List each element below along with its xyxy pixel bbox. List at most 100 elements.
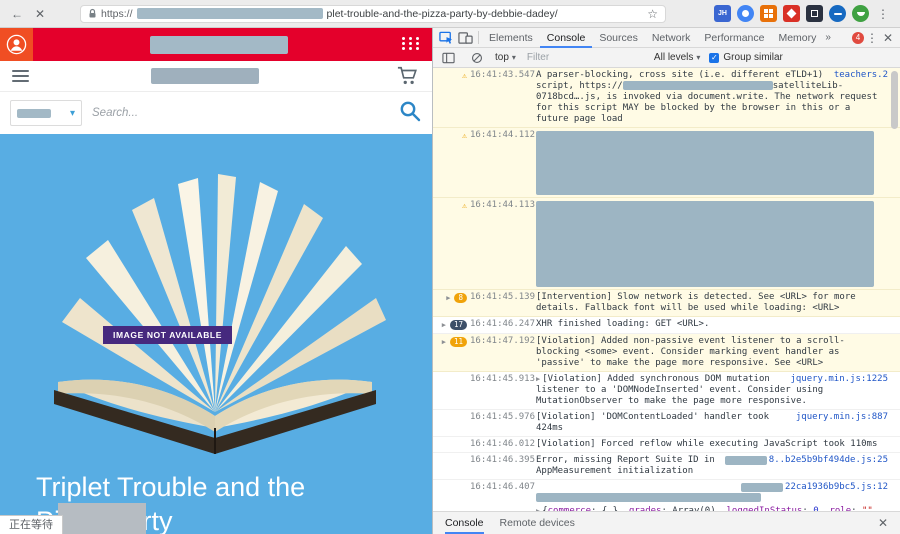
preview-fragment: : bbox=[851, 506, 862, 511]
extension-orange-grid-icon[interactable] bbox=[760, 5, 777, 22]
preview-key: loggedInStatus bbox=[726, 506, 803, 511]
redacted-region bbox=[622, 81, 773, 90]
stop-loading-icon[interactable]: ✕ bbox=[31, 5, 49, 23]
message-fragment: [Violation] Added synchronous DOM mutati… bbox=[536, 374, 824, 406]
search-category-dropdown[interactable]: ▾ bbox=[10, 100, 82, 126]
source-link[interactable]: jquery.min.js:887 bbox=[796, 412, 888, 423]
open-book-image bbox=[54, 174, 386, 454]
message-text: jquery.min.js:1225 ▶ [Violation] Added sy… bbox=[536, 374, 888, 407]
cart-button[interactable] bbox=[397, 65, 419, 92]
redacted-url-domain bbox=[136, 8, 323, 19]
repeat-count-badge: 17 bbox=[449, 320, 467, 330]
timestamp: 16:41:45.976 bbox=[470, 412, 536, 422]
message-text bbox=[536, 130, 888, 195]
preview-key: role bbox=[829, 506, 852, 511]
extension-jh-icon[interactable]: JH bbox=[714, 5, 731, 22]
error-count-badge: 4 bbox=[852, 31, 864, 44]
source-link[interactable]: 8..b2e5b9bf494de.js:25 bbox=[769, 455, 888, 466]
clear-console-icon[interactable] bbox=[467, 49, 486, 66]
drawer-tab-console[interactable]: Console bbox=[445, 512, 484, 534]
console-filter-input[interactable] bbox=[524, 51, 645, 64]
extension-blue-circle-icon[interactable] bbox=[737, 5, 754, 22]
message-fragment: [Violation] Added non-passive event list… bbox=[536, 336, 845, 368]
url-scheme: https:// bbox=[101, 7, 133, 20]
source-link[interactable]: jquery.min.js:1225 bbox=[790, 374, 888, 385]
tab-console[interactable]: Console bbox=[539, 28, 593, 48]
log-levels-value: All levels bbox=[653, 52, 694, 63]
search-bar-row: ▾ bbox=[0, 91, 432, 134]
expand-icon[interactable]: ▶ bbox=[446, 293, 450, 304]
devtools-tab-bar: Elements Console Sources Network Perform… bbox=[433, 28, 900, 48]
account-button[interactable] bbox=[0, 28, 33, 61]
address-bar[interactable]: https:// plet-trouble-and-the-pizza-part… bbox=[80, 4, 666, 23]
console-message-row: ▶ 11 16:41:47.192 [Violation] Added non-… bbox=[433, 334, 900, 372]
timestamp: 16:41:44.113 bbox=[470, 200, 536, 210]
message-text: 22ca1936b9bc5.js:12 ▶ {commerce: {…}, gra… bbox=[536, 482, 888, 511]
tab-elements[interactable]: Elements bbox=[482, 28, 540, 48]
drawer-tab-remote-devices[interactable]: Remote devices bbox=[500, 512, 575, 534]
expand-icon[interactable]: ▶ bbox=[442, 320, 446, 331]
site-nav-bar bbox=[0, 61, 432, 91]
console-message-row: 16:41:46.407 22ca1936b9bc5.js:12 ▶ {comme… bbox=[433, 480, 900, 511]
chevron-down-icon: ▾ bbox=[511, 53, 516, 62]
extension-dark-icon[interactable] bbox=[806, 5, 823, 22]
message-text: [Violation] Added non-passive event list… bbox=[536, 336, 888, 369]
scrollbar-thumb[interactable] bbox=[891, 71, 898, 129]
preview-fragment: : {…}, bbox=[591, 506, 629, 511]
devtools-menu-icon[interactable]: ⋮ bbox=[864, 31, 880, 45]
tab-sources[interactable]: Sources bbox=[592, 28, 645, 48]
console-message-row: ⚠ 16:41:44.112 bbox=[433, 128, 900, 198]
tab-memory[interactable]: Memory bbox=[771, 28, 823, 48]
console-message-row: 16:41:46.395 8..b2e5b9bf494de.js:25 Erro… bbox=[433, 453, 900, 480]
person-icon bbox=[6, 34, 27, 55]
extension-red-icon[interactable] bbox=[783, 5, 800, 22]
drawer-close-icon[interactable]: ✕ bbox=[878, 516, 888, 530]
message-text: 8..b2e5b9bf494de.js:25 Error, missing Re… bbox=[536, 455, 888, 477]
timestamp: 16:41:46.395 bbox=[470, 455, 536, 465]
redacted-region bbox=[536, 131, 874, 195]
message-fragment: [Violation] 'DOMContentLoaded' handler t… bbox=[536, 412, 769, 433]
redacted-dropdown-label bbox=[17, 108, 51, 118]
source-link[interactable]: 22ca1936b9bc5.js:12 bbox=[785, 482, 888, 493]
lock-icon bbox=[89, 8, 96, 18]
search-icon bbox=[400, 101, 421, 121]
group-similar-checkbox[interactable]: ✓ Group similar bbox=[709, 52, 783, 63]
expand-icon[interactable]: ▶ bbox=[442, 337, 446, 348]
log-levels-dropdown[interactable]: All levels ▾ bbox=[654, 52, 700, 63]
message-text: [Violation] Forced reflow while executin… bbox=[536, 439, 888, 450]
redacted-region bbox=[536, 201, 874, 287]
bookmark-star-icon[interactable]: ☆ bbox=[647, 7, 658, 21]
frame-context-dropdown[interactable]: top ▾ bbox=[495, 52, 516, 63]
extension-blue-icon[interactable] bbox=[829, 5, 846, 22]
chevron-down-icon: ▾ bbox=[696, 53, 701, 62]
devtools-drawer: Console Remote devices ✕ bbox=[433, 511, 900, 534]
preview-string: "" bbox=[861, 506, 873, 511]
divider bbox=[478, 31, 479, 44]
extension-green-icon[interactable] bbox=[852, 5, 869, 22]
device-toolbar-icon[interactable] bbox=[456, 29, 475, 46]
source-link[interactable]: teachers.2 bbox=[834, 70, 888, 81]
search-button[interactable] bbox=[398, 99, 422, 128]
more-tabs-icon[interactable]: » bbox=[825, 32, 831, 43]
browser-menu-icon[interactable]: ⋮ bbox=[874, 5, 892, 23]
console-toolbar: top ▾ All levels ▾ ✓ Group similar bbox=[433, 48, 900, 68]
apps-grid-icon[interactable] bbox=[402, 37, 421, 50]
expand-icon[interactable]: ▶ bbox=[536, 507, 540, 511]
preview-fragment: : bbox=[802, 506, 814, 511]
inspect-element-icon[interactable] bbox=[437, 29, 456, 46]
expand-icon[interactable]: ▶ bbox=[536, 375, 540, 383]
message-fragment: Error, missing Report Suite ID in AppMea… bbox=[536, 455, 715, 476]
search-input[interactable] bbox=[90, 99, 390, 127]
message-text: XHR finished loading: GET <URL>. bbox=[536, 319, 888, 330]
hamburger-menu-icon[interactable] bbox=[12, 70, 29, 82]
site-header bbox=[0, 28, 432, 61]
repeat-count-badge: 8 bbox=[454, 293, 467, 303]
tab-network[interactable]: Network bbox=[645, 28, 698, 48]
devtools-close-icon[interactable]: ✕ bbox=[880, 31, 896, 45]
tab-performance[interactable]: Performance bbox=[697, 28, 771, 48]
console-sidebar-icon[interactable] bbox=[439, 49, 458, 66]
back-icon[interactable]: ← bbox=[8, 5, 26, 23]
message-text bbox=[536, 200, 888, 287]
object-preview[interactable]: ▶ {commerce: {…}, grades: Array(0), logge… bbox=[536, 506, 888, 511]
console-message-row: ▶ 8 16:41:45.139 [Intervention] Slow net… bbox=[433, 290, 900, 317]
